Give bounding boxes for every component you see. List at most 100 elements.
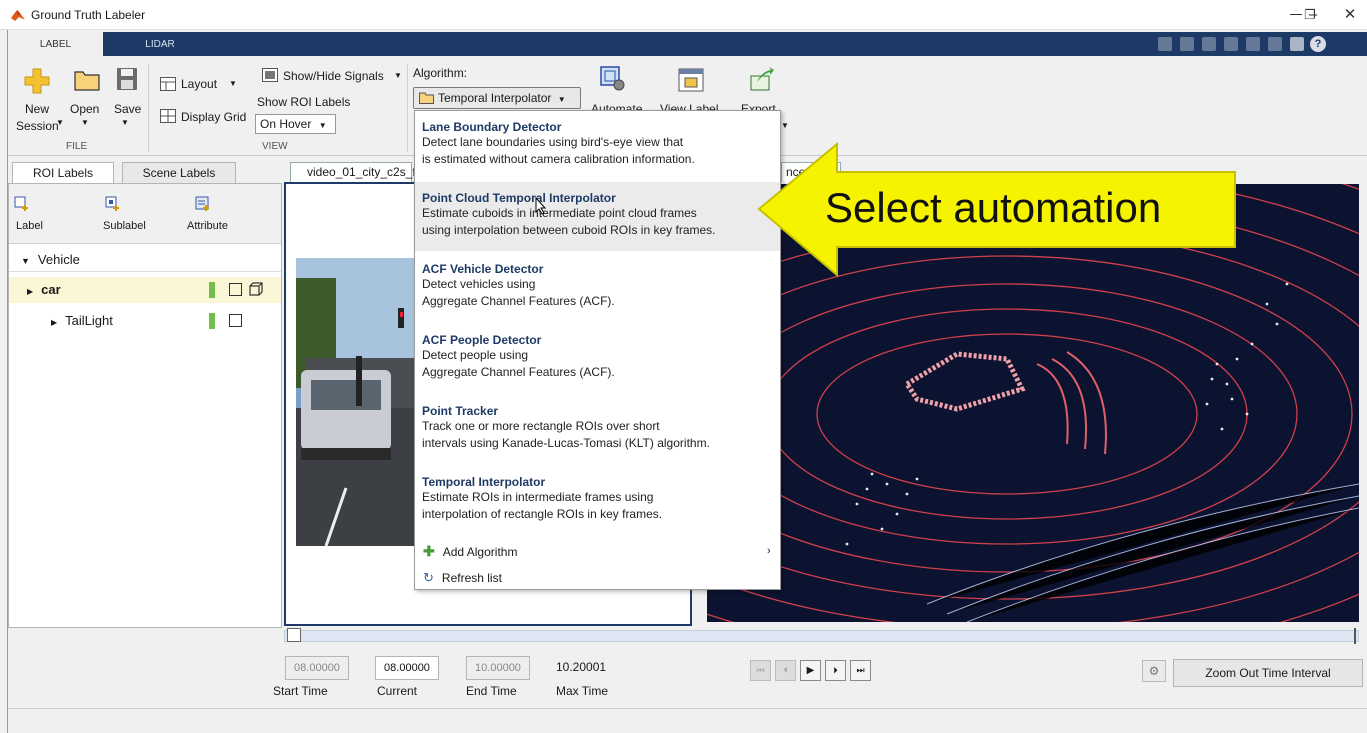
quick-cut-icon[interactable] [1180,37,1194,51]
end-time-field[interactable]: 10.00000 [466,656,530,680]
save-disk-icon[interactable] [116,67,138,91]
time-slider-handle[interactable] [287,628,301,642]
roi-mode-dropdown-icon: ▼ [318,121,327,130]
open-dropdown-icon[interactable]: ▼ [81,118,89,127]
quick-paste-icon[interactable] [1224,37,1238,51]
tab-scene-labels[interactable]: Scene Labels [122,162,236,184]
new-session-icon[interactable] [24,68,50,94]
menu-item-desc: Detect lane boundaries using bird's-eye … [422,135,684,149]
play-button[interactable]: ▶ [800,660,821,681]
sublabel-taillight-name: TailLight [65,313,113,328]
new-button-label[interactable]: New [25,102,49,116]
menu-item-refresh-list[interactable]: ↻ Refresh list [415,566,780,590]
refresh-list-label: Refresh list [441,571,502,585]
sublabel-row-taillight[interactable]: ▶ TailLight [9,308,281,334]
ribbon-tab-strip: LABEL LIDAR ? [8,32,1367,56]
collapse-arrow-icon[interactable]: ▼ [21,256,30,266]
attribute-add-icon[interactable] [195,196,211,212]
save-button-label[interactable]: Save [114,102,141,116]
new-button-sublabel[interactable]: Session [16,119,59,133]
menu-item-point-tracker[interactable]: Point Tracker Track one or more rectangl… [415,396,780,466]
show-hide-signals-label[interactable]: Show/Hide Signals [283,69,384,83]
quick-layout-icon[interactable] [1290,37,1304,51]
label-toolbar [9,184,281,244]
next-frame-button[interactable]: ⏵ [825,660,846,681]
menu-item-desc: is estimated without camera calibration … [422,152,695,166]
roi-labels-mode-select[interactable]: On Hover ▼ [255,114,336,134]
window-title: Ground Truth Labeler [31,8,146,22]
label-color-swatch [209,282,215,298]
new-dropdown-icon[interactable]: ▼ [56,118,64,127]
menu-item-acf-vehicle-detector[interactable]: ACF Vehicle Detector Detect vehicles usi… [415,254,780,324]
time-slider-end-marker [1354,628,1356,644]
layout-icon [160,77,176,91]
algorithm-label: Algorithm: [413,66,468,80]
video-viewer-tab[interactable]: video_01_city_c2s_f [290,162,416,182]
display-grid-label[interactable]: Display Grid [181,110,246,124]
sublabel-add-icon[interactable] [105,196,121,212]
settings-gear-icon[interactable]: ⚙ [1142,660,1166,682]
current-time-label: Current [377,684,418,698]
menu-item-acf-people-detector[interactable]: ACF People Detector Detect people using … [415,325,780,395]
go-to-start-button[interactable]: ⏮ [750,660,771,681]
automate-icon[interactable] [598,64,626,92]
refresh-icon: ↻ [423,570,434,585]
label-add-icon[interactable] [14,196,30,212]
menu-item-title: ACF Vehicle Detector [422,262,544,276]
view-label-icon[interactable] [678,68,704,92]
label-tool-label[interactable]: Label [16,220,43,232]
view-section-label: VIEW [262,141,288,152]
menu-item-desc: using interpolation between cuboid ROIs … [422,223,716,237]
attribute-tool-label[interactable]: Attribute [187,220,228,232]
menu-item-title: Point Tracker [422,404,499,418]
expand-arrow-icon[interactable]: ▶ [27,287,33,296]
algorithm-select[interactable]: Temporal Interpolator ▼ [413,87,581,109]
tab-label[interactable]: LABEL [8,32,103,56]
current-time-field[interactable]: 08.00000 [375,656,439,680]
end-time-label: End Time [466,684,517,698]
restore-icon[interactable]: ❐ [1300,5,1320,25]
expand-arrow-icon[interactable]: ▶ [51,318,57,327]
quick-save-icon[interactable] [1158,37,1172,51]
signals-dropdown-icon[interactable]: ▼ [394,71,402,80]
rectangle-roi-icon [229,314,242,327]
menu-item-desc: Aggregate Channel Features (ACF). [422,294,615,308]
menu-item-title: Lane Boundary Detector [422,120,562,134]
mouse-cursor-icon [535,197,547,215]
menu-item-temporal-interpolator[interactable]: Temporal Interpolator Estimate ROIs in i… [415,467,780,537]
sublabel-tool-label[interactable]: Sublabel [103,220,146,232]
export-icon[interactable] [749,66,775,92]
label-row-car[interactable]: ▶ car [9,277,281,303]
open-button-label[interactable]: Open [70,102,99,116]
save-dropdown-icon[interactable]: ▼ [121,118,129,127]
algorithm-selected-value: Temporal Interpolator [438,91,552,105]
group-vehicle[interactable]: ▼ Vehicle [9,248,281,272]
roi-labels-panel: Label Sublabel Attribute ▼ Vehicle ▶ car ▶… [8,183,282,628]
file-section-label: FILE [66,141,88,152]
add-plus-icon: ✚ [423,543,435,559]
menu-item-lane-boundary-detector[interactable]: Lane Boundary Detector Detect lane bound… [415,111,780,181]
menu-item-desc: Detect vehicles using [422,277,536,291]
open-folder-icon[interactable] [74,69,100,91]
layout-label[interactable]: Layout [181,77,217,91]
export-dropdown-icon[interactable]: ▼ [781,121,789,130]
menu-item-add-algorithm[interactable]: ✚ Add Algorithm › [415,539,780,563]
quick-undo-icon[interactable] [1246,37,1260,51]
window-left-border [7,30,8,733]
tab-roi-labels[interactable]: ROI Labels [12,162,114,184]
previous-frame-button[interactable]: ⏴ [775,660,796,681]
close-icon[interactable]: ✕ [1340,5,1360,25]
help-icon[interactable]: ? [1310,36,1326,52]
menu-item-title: Point Cloud Temporal Interpolator [422,191,616,205]
tab-lidar[interactable]: LIDAR [120,32,200,56]
menu-item-point-cloud-temporal-interpolator[interactable]: Point Cloud Temporal Interpolator Estima… [415,182,780,251]
quick-copy-icon[interactable] [1202,37,1216,51]
time-slider-track[interactable] [284,630,1359,642]
zoom-out-time-interval-button[interactable]: Zoom Out Time Interval [1173,659,1363,687]
start-time-label: Start Time [273,684,328,698]
algorithm-dropdown-menu: Lane Boundary Detector Detect lane bound… [414,110,781,590]
layout-dropdown-icon[interactable]: ▼ [229,79,237,88]
quick-redo-icon[interactable] [1268,37,1282,51]
go-to-end-button[interactable]: ⏭ [850,660,871,681]
start-time-field[interactable]: 08.00000 [285,656,349,680]
